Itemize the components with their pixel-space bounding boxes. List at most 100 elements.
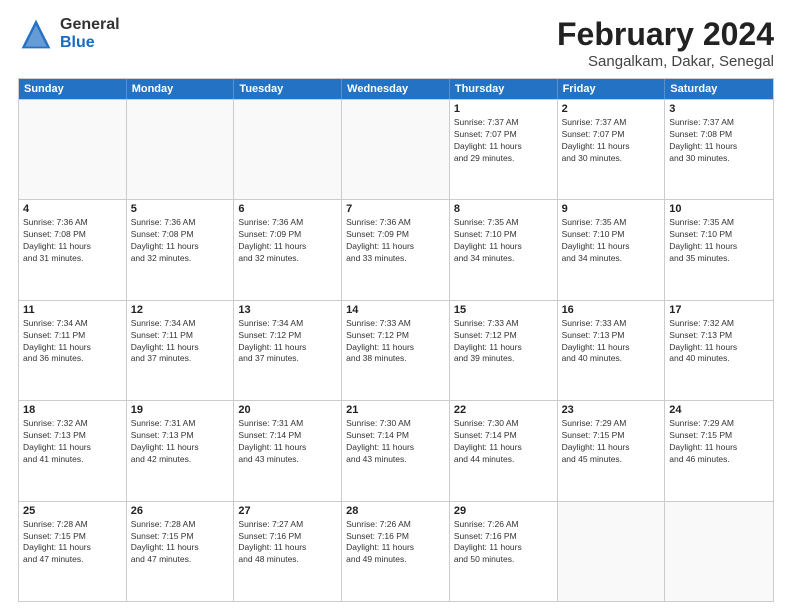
cell-day-info: Sunrise: 7:30 AM Sunset: 7:14 PM Dayligh… [346,418,445,466]
cell-day-number: 4 [23,203,122,215]
calendar-cell: 17Sunrise: 7:32 AM Sunset: 7:13 PM Dayli… [665,301,773,400]
calendar-cell: 9 Sunrise: 7:35 AM Sunset: 7:10 PM Daylig… [558,200,666,299]
calendar-cell: 29Sunrise: 7:26 AM Sunset: 7:16 PM Dayli… [450,502,558,601]
calendar-cell: 23 Sunrise: 7:29 AM Sunset: 7:15 PM Dayli… [558,401,666,500]
sub-title: Sangalkam, Dakar, Senegal [557,53,774,70]
calendar-cell: 10Sunrise: 7:35 AM Sunset: 7:10 PM Dayli… [665,200,773,299]
main-title: February 2024 [557,16,774,53]
cell-day-number: 10 [669,203,769,215]
title-block: February 2024 Sangalkam, Dakar, Senegal [557,16,774,70]
cell-day-info: Sunrise: 7:31 AM Sunset: 7:14 PM Dayligh… [238,418,337,466]
cell-day-number: 19 [131,404,230,416]
calendar-cell [665,502,773,601]
cell-day-info: Sunrise: 7:35 AM Sunset: 7:10 PM Dayligh… [454,217,553,265]
cell-day-info: Sunrise: 7:33 AM Sunset: 7:12 PM Dayligh… [346,318,445,366]
cell-day-info: Sunrise: 7:32 AM Sunset: 7:13 PM Dayligh… [669,318,769,366]
cell-day-info: Sunrise: 7:28 AM Sunset: 7:15 PM Dayligh… [23,519,122,567]
calendar-cell: 5Sunrise: 7:36 AM Sunset: 7:08 PM Daylig… [127,200,235,299]
calendar-cell: 18 Sunrise: 7:32 AM Sunset: 7:13 PM Dayli… [19,401,127,500]
cell-day-info: Sunrise: 7:33 AM Sunset: 7:13 PM Dayligh… [562,318,661,366]
cell-day-number: 13 [238,304,337,316]
cell-day-info: Sunrise: 7:34 AM Sunset: 7:11 PM Dayligh… [23,318,122,366]
cell-day-number: 8 [454,203,553,215]
cell-day-number: 26 [131,505,230,517]
cell-day-number: 9 [562,203,661,215]
cell-day-info: Sunrise: 7:28 AM Sunset: 7:15 PM Dayligh… [131,519,230,567]
cell-day-info: Sunrise: 7:36 AM Sunset: 7:08 PM Dayligh… [23,217,122,265]
cell-day-info: Sunrise: 7:29 AM Sunset: 7:15 PM Dayligh… [669,418,769,466]
cell-day-number: 6 [238,203,337,215]
cell-day-number: 23 [562,404,661,416]
cell-day-number: 27 [238,505,337,517]
calendar-cell: 11Sunrise: 7:34 AM Sunset: 7:11 PM Dayli… [19,301,127,400]
cell-day-info: Sunrise: 7:37 AM Sunset: 7:07 PM Dayligh… [454,117,553,165]
calendar-header-cell: Friday [558,79,666,99]
cell-day-info: Sunrise: 7:34 AM Sunset: 7:11 PM Dayligh… [131,318,230,366]
calendar-cell [234,100,342,199]
cell-day-number: 3 [669,103,769,115]
calendar-header-cell: Saturday [665,79,773,99]
calendar-cell: 4 Sunrise: 7:36 AM Sunset: 7:08 PM Daylig… [19,200,127,299]
calendar-cell: 8 Sunrise: 7:35 AM Sunset: 7:10 PM Daylig… [450,200,558,299]
calendar-cell: 14 Sunrise: 7:33 AM Sunset: 7:12 PM Dayli… [342,301,450,400]
calendar-cell: 25 Sunrise: 7:28 AM Sunset: 7:15 PM Dayli… [19,502,127,601]
cell-day-info: Sunrise: 7:34 AM Sunset: 7:12 PM Dayligh… [238,318,337,366]
cell-day-number: 5 [131,203,230,215]
cell-day-number: 15 [454,304,553,316]
calendar-cell: 2Sunrise: 7:37 AM Sunset: 7:07 PM Daylig… [558,100,666,199]
calendar-cell: 3 Sunrise: 7:37 AM Sunset: 7:08 PM Daylig… [665,100,773,199]
cell-day-number: 2 [562,103,661,115]
cell-day-info: Sunrise: 7:31 AM Sunset: 7:13 PM Dayligh… [131,418,230,466]
calendar-header-cell: Tuesday [234,79,342,99]
cell-day-number: 14 [346,304,445,316]
calendar-cell: 12 Sunrise: 7:34 AM Sunset: 7:11 PM Dayli… [127,301,235,400]
calendar-cell: 15 Sunrise: 7:33 AM Sunset: 7:12 PM Dayli… [450,301,558,400]
cell-day-info: Sunrise: 7:36 AM Sunset: 7:09 PM Dayligh… [346,217,445,265]
cell-day-info: Sunrise: 7:33 AM Sunset: 7:12 PM Dayligh… [454,318,553,366]
cell-day-info: Sunrise: 7:26 AM Sunset: 7:16 PM Dayligh… [454,519,553,567]
calendar-cell: 28Sunrise: 7:26 AM Sunset: 7:16 PM Dayli… [342,502,450,601]
cell-day-info: Sunrise: 7:36 AM Sunset: 7:09 PM Dayligh… [238,217,337,265]
cell-day-number: 20 [238,404,337,416]
calendar-cell: 26 Sunrise: 7:28 AM Sunset: 7:15 PM Dayli… [127,502,235,601]
calendar-cell: 19 Sunrise: 7:31 AM Sunset: 7:13 PM Dayli… [127,401,235,500]
logo: General Blue [18,16,120,52]
logo-general: General [60,16,120,34]
cell-day-number: 7 [346,203,445,215]
header: General Blue February 2024 Sangalkam, Da… [18,16,774,70]
cell-day-number: 24 [669,404,769,416]
cell-day-info: Sunrise: 7:30 AM Sunset: 7:14 PM Dayligh… [454,418,553,466]
calendar-header-cell: Sunday [19,79,127,99]
cell-day-number: 22 [454,404,553,416]
cell-day-info: Sunrise: 7:29 AM Sunset: 7:15 PM Dayligh… [562,418,661,466]
cell-day-info: Sunrise: 7:27 AM Sunset: 7:16 PM Dayligh… [238,519,337,567]
calendar-week: 25 Sunrise: 7:28 AM Sunset: 7:15 PM Dayli… [19,501,773,601]
calendar-header-cell: Monday [127,79,235,99]
cell-day-number: 1 [454,103,553,115]
calendar-cell: 6 Sunrise: 7:36 AM Sunset: 7:09 PM Daylig… [234,200,342,299]
calendar-week: 1 Sunrise: 7:37 AM Sunset: 7:07 PM Daylig… [19,99,773,199]
cell-day-number: 18 [23,404,122,416]
cell-day-info: Sunrise: 7:26 AM Sunset: 7:16 PM Dayligh… [346,519,445,567]
cell-day-number: 16 [562,304,661,316]
calendar-body: 1 Sunrise: 7:37 AM Sunset: 7:07 PM Daylig… [19,99,773,601]
cell-day-number: 25 [23,505,122,517]
cell-day-number: 21 [346,404,445,416]
calendar: SundayMondayTuesdayWednesdayThursdayFrid… [18,78,774,602]
calendar-cell [19,100,127,199]
cell-day-number: 12 [131,304,230,316]
calendar-cell [342,100,450,199]
cell-day-info: Sunrise: 7:32 AM Sunset: 7:13 PM Dayligh… [23,418,122,466]
calendar-week: 4 Sunrise: 7:36 AM Sunset: 7:08 PM Daylig… [19,199,773,299]
calendar-cell: 24 Sunrise: 7:29 AM Sunset: 7:15 PM Dayli… [665,401,773,500]
calendar-cell: 7 Sunrise: 7:36 AM Sunset: 7:09 PM Daylig… [342,200,450,299]
calendar-cell [127,100,235,199]
calendar-header-row: SundayMondayTuesdayWednesdayThursdayFrid… [19,79,773,99]
cell-day-info: Sunrise: 7:35 AM Sunset: 7:10 PM Dayligh… [562,217,661,265]
cell-day-info: Sunrise: 7:37 AM Sunset: 7:08 PM Dayligh… [669,117,769,165]
calendar-cell: 27 Sunrise: 7:27 AM Sunset: 7:16 PM Dayli… [234,502,342,601]
logo-icon [18,16,54,52]
calendar-header-cell: Wednesday [342,79,450,99]
calendar-header-cell: Thursday [450,79,558,99]
calendar-cell: 13 Sunrise: 7:34 AM Sunset: 7:12 PM Dayli… [234,301,342,400]
